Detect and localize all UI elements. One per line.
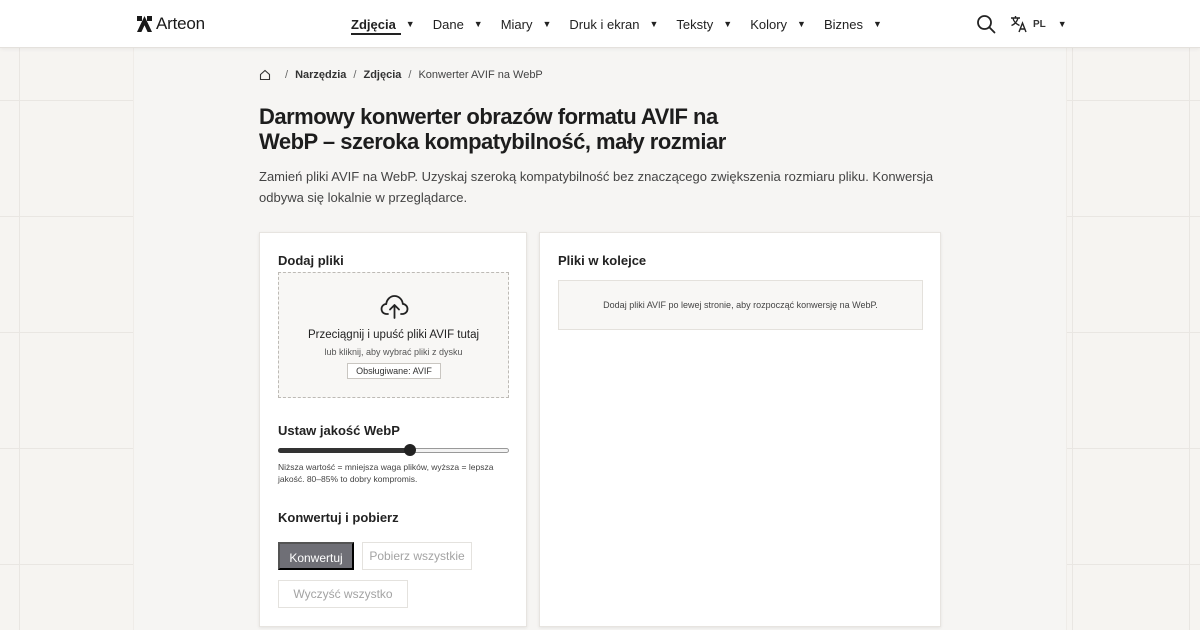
quality-hint: Niższa wartość = mniejsza waga plików, w… (278, 462, 494, 484)
convert-button[interactable]: Konwertuj (278, 542, 354, 570)
converter-panel: Dodaj pliki Przeciągnij i upuść pliki AV… (259, 232, 527, 627)
nav-item-kolory[interactable]: Kolory ▼ (750, 0, 806, 48)
logo-mark-icon (137, 16, 152, 32)
chevron-down-icon: ▼ (649, 19, 659, 29)
breadcrumb-separator: / (285, 69, 289, 81)
nav-label: Zdjęcia (351, 16, 396, 32)
language-code: PL (1033, 18, 1046, 30)
actions-section-title: Konwertuj i pobierz (278, 510, 399, 525)
nav-label: Kolory (750, 16, 788, 32)
language-selector[interactable]: PL ▼ (1010, 14, 1067, 34)
nav-item-dane[interactable]: Dane ▼ (433, 0, 483, 48)
home-icon[interactable] (259, 69, 271, 81)
main-content: / Narzędzia / Zdjęcia / Konwerter AVIF n… (134, 48, 1066, 630)
nav-label: Miary (500, 16, 533, 32)
upload-section-title: Dodaj pliki (278, 253, 344, 268)
nav-item-zdjecia[interactable]: Zdjęcia ▼ (351, 0, 415, 48)
queue-panel: Pliki w kolejce Dodaj pliki AVIF po lewe… (539, 232, 941, 627)
translate-icon (1011, 16, 1027, 33)
nav-item-druk-i-ekran[interactable]: Druk i ekran ▼ (569, 0, 658, 48)
breadcrumb-link-zdjecia[interactable]: Zdjęcia (363, 69, 401, 81)
breadcrumb-current: Konwerter AVIF na WebP (418, 69, 543, 81)
nav-label: Dane (432, 16, 464, 32)
search-icon[interactable] (976, 14, 996, 34)
nav-label: Druk i ekran (569, 16, 640, 32)
nav-label: Biznes (823, 16, 863, 32)
queue-section-title: Pliki w kolejce (558, 253, 647, 268)
chevron-down-icon: ▼ (542, 19, 552, 29)
breadcrumb-separator: / (353, 69, 357, 81)
page-description: Zamień pliki AVIF na WebP. Uzyskaj szero… (259, 169, 934, 205)
file-dropzone[interactable]: Przeciągnij i upuść pliki AVIF tutaj lub… (278, 272, 509, 398)
page-title: Darmowy konwerter obrazów formatu AVIF n… (259, 104, 726, 154)
chevron-down-icon: ▼ (873, 19, 882, 29)
quality-slider[interactable] (278, 444, 509, 456)
nav-item-biznes[interactable]: Biznes ▼ (824, 0, 882, 48)
logo-text: Arteon (156, 14, 205, 33)
queue-empty-state: Dodaj pliki AVIF po lewej stronie, aby r… (558, 280, 923, 330)
breadcrumb-link-narzedzia[interactable]: Narzędzia (295, 69, 346, 81)
nav-item-miary[interactable]: Miary ▼ (501, 0, 552, 48)
breadcrumb: / Narzędzia / Zdjęcia / Konwerter AVIF n… (259, 69, 543, 81)
breadcrumb-separator: / (408, 69, 412, 81)
nav-item-teksty[interactable]: Teksty ▼ (676, 0, 732, 48)
slider-fill (278, 448, 410, 453)
cloud-upload-icon (380, 295, 409, 319)
dropzone-instruction: Przeciągnij i upuść pliki AVIF tutaj (307, 329, 480, 341)
chevron-down-icon: ▼ (797, 19, 806, 29)
chevron-down-icon: ▼ (1057, 19, 1067, 29)
logo[interactable]: Arteon (137, 14, 205, 34)
top-navigation-bar: Arteon Zdjęcia ▼ Dane ▼ Miary ▼ Druk i e… (0, 0, 1200, 48)
main-nav: Zdjęcia ▼ Dane ▼ Miary ▼ Druk i ekran ▼ … (351, 0, 900, 48)
chevron-down-icon: ▼ (723, 19, 733, 29)
chevron-down-icon: ▼ (405, 19, 415, 29)
slider-thumb[interactable] (403, 444, 416, 456)
dropzone-sub-instruction: lub kliknij, aby wybrać pliki z dysku (324, 347, 463, 357)
download-all-button[interactable]: Pobierz wszystkie (362, 542, 472, 570)
quality-section-title: Ustaw jakość WebP (278, 423, 400, 438)
nav-label: Teksty (676, 16, 714, 32)
clear-all-button[interactable]: Wyczyść wszystko (278, 580, 408, 608)
chevron-down-icon: ▼ (473, 19, 483, 29)
supported-formats-badge: Obsługiwane: AVIF (347, 363, 441, 379)
